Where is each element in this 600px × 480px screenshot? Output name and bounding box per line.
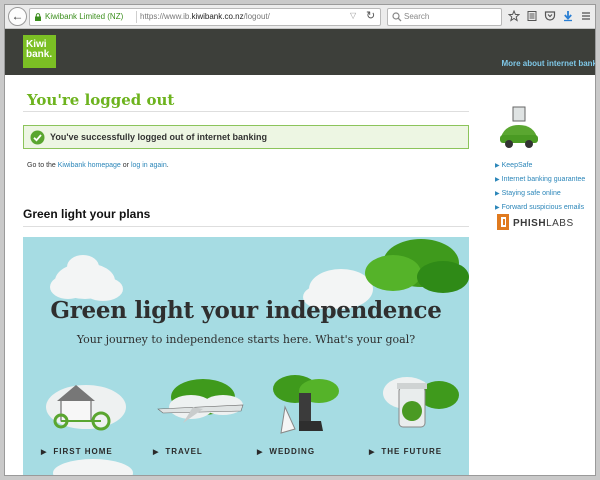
menu-icon[interactable] bbox=[580, 10, 592, 22]
category-text: FIRST HOME bbox=[53, 447, 113, 456]
sidebar-link-staying-safe-online[interactable]: ▶ Staying safe online bbox=[495, 187, 585, 201]
banner-subtitle: Your journey to independence starts here… bbox=[76, 333, 416, 346]
sidebar-link-label: KeepSafe bbox=[501, 162, 533, 169]
bullet-icon: ▶ bbox=[495, 205, 500, 211]
phishlabs-wordmark: PHISHLABS bbox=[513, 218, 574, 229]
sidebar-link-label: Internet banking guarantee bbox=[501, 176, 586, 183]
site-header: Kiwi bank. More about internet bank bbox=[5, 29, 595, 75]
url-bar[interactable]: Kiwibank Limited (NZ) https://www.ib.kiw… bbox=[29, 8, 381, 26]
category-text: WEDDING bbox=[269, 447, 316, 456]
ev-certificate-label[interactable]: Kiwibank Limited (NZ) bbox=[45, 12, 123, 21]
cloud-left-icon bbox=[50, 255, 123, 301]
plane-icon bbox=[157, 379, 244, 423]
pocket-icon[interactable] bbox=[544, 10, 556, 22]
lock-icon bbox=[35, 13, 41, 21]
bullet-icon: ▶ bbox=[495, 191, 500, 197]
download-icon[interactable] bbox=[562, 10, 574, 22]
arrow-icon: ▶ bbox=[153, 449, 160, 456]
page-title: You're logged out bbox=[27, 91, 175, 109]
search-bar[interactable]: Search bbox=[387, 8, 502, 26]
sidebar-link-keepsafe[interactable]: ▶ KeepSafe bbox=[495, 159, 585, 173]
phishlabs-hook-icon bbox=[497, 214, 509, 230]
search-icon bbox=[392, 12, 402, 22]
banner-title: Green light your independence bbox=[50, 297, 442, 324]
category-first-home[interactable]: ▶ FIRST HOME bbox=[41, 367, 141, 467]
browser-window: ← Kiwibank Limited (NZ) https://www.ib.k… bbox=[4, 4, 596, 476]
arrow-icon: ▶ bbox=[41, 449, 48, 456]
logo-line-2: bank. bbox=[26, 49, 53, 60]
title-divider bbox=[23, 111, 469, 112]
reload-icon[interactable]: ↻ bbox=[366, 9, 375, 22]
browser-toolbar: ← Kiwibank Limited (NZ) https://www.ib.k… bbox=[5, 5, 595, 29]
url-prefix: https://www.ib. bbox=[140, 12, 192, 21]
star-icon[interactable] bbox=[508, 10, 520, 22]
category-the-future[interactable]: ▶ THE FUTURE bbox=[369, 367, 469, 467]
url-separator bbox=[136, 11, 137, 23]
goto-or: or bbox=[122, 162, 129, 169]
sidebar-link-label: Staying safe online bbox=[501, 190, 561, 197]
arrow-icon: ▶ bbox=[257, 449, 264, 456]
phishlabs-wordmark-labs: LABS bbox=[546, 218, 574, 229]
goto-end: . bbox=[166, 162, 169, 169]
sidebar-link-label: Forward suspicious emails bbox=[501, 204, 585, 211]
category-text: TRAVEL bbox=[165, 447, 203, 456]
category-label: ▶ TRAVEL bbox=[153, 447, 253, 456]
kiwibank-logo[interactable]: Kiwi bank. bbox=[23, 35, 56, 68]
back-icon: ← bbox=[11, 9, 24, 23]
success-message-box: You've successfully logged out of intern… bbox=[23, 125, 469, 149]
url-domain: kiwibank.co.nz bbox=[191, 12, 244, 21]
success-message: You've successfully logged out of intern… bbox=[50, 132, 268, 142]
dropdown-icon[interactable]: ▽ bbox=[350, 11, 356, 20]
section-divider bbox=[23, 226, 469, 227]
category-label: ▶ WEDDING bbox=[257, 447, 357, 456]
house-bike-icon bbox=[46, 385, 126, 431]
sidebar-link-internet-banking-guarantee[interactable]: ▶ Internet banking guarantee bbox=[495, 173, 585, 187]
phishlabs-logo[interactable]: PHISHLABS bbox=[495, 213, 585, 233]
category-text: THE FUTURE bbox=[381, 447, 443, 456]
more-about-internet-banking-link[interactable]: More about internet bank bbox=[501, 59, 595, 68]
keepsafe-car-icon[interactable] bbox=[497, 105, 541, 151]
section-heading: Green light your plans bbox=[23, 207, 151, 221]
sidebar-links: ▶ KeepSafe ▶ Internet banking guarantee ▶ S… bbox=[495, 159, 585, 215]
navigation-hint: Go to the Kiwibank homepage or log in ag… bbox=[27, 162, 169, 169]
phishlabs-wordmark-phish: PHISH bbox=[513, 218, 547, 229]
back-button[interactable]: ← bbox=[8, 7, 27, 26]
bullet-icon: ▶ bbox=[495, 163, 500, 169]
category-label: ▶ FIRST HOME bbox=[41, 447, 141, 456]
category-label: ▶ THE FUTURE bbox=[369, 447, 469, 456]
search-input[interactable]: Search bbox=[404, 12, 429, 21]
bullet-icon: ▶ bbox=[495, 177, 500, 183]
goto-prefix: Go to the bbox=[27, 162, 56, 169]
reader-icon[interactable] bbox=[526, 10, 538, 22]
log-in-again-link[interactable]: log in again bbox=[131, 162, 167, 169]
arrow-icon: ▶ bbox=[369, 449, 376, 456]
kiwibank-homepage-link[interactable]: Kiwibank homepage bbox=[58, 162, 121, 169]
url-suffix: /logout/ bbox=[243, 12, 270, 21]
promo-banner[interactable]: Green light your independence Your journ… bbox=[23, 237, 469, 475]
url-text[interactable]: https://www.ib.kiwibank.co.nz/logout/ bbox=[140, 12, 270, 21]
jar-icon bbox=[383, 377, 459, 428]
category-travel[interactable]: ▶ TRAVEL bbox=[153, 367, 253, 467]
category-wedding[interactable]: ▶ WEDDING bbox=[257, 367, 357, 467]
check-icon bbox=[30, 130, 45, 145]
wedding-shoes-icon bbox=[273, 375, 339, 434]
